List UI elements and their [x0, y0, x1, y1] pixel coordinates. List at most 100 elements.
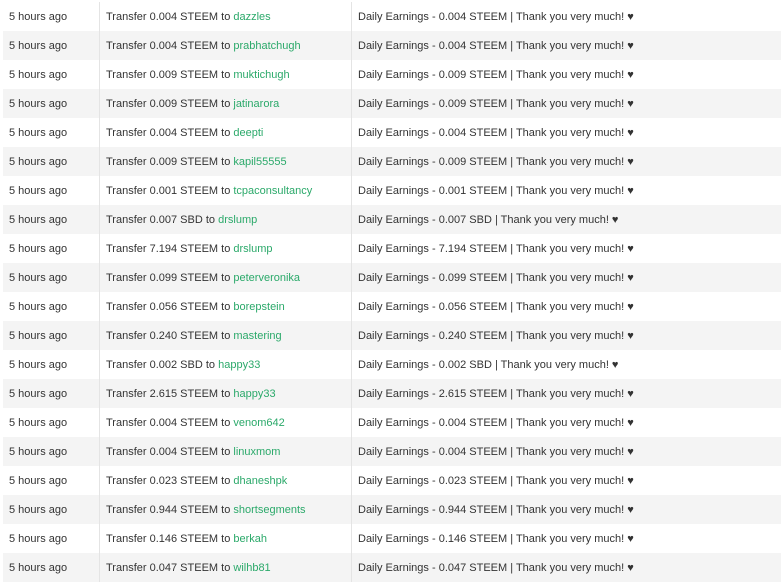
transfer-description: Transfer 0.146 STEEM to: [106, 532, 231, 545]
transfer-history-table: 5 hours ago Transfer 0.004 STEEM to dazzl…: [3, 2, 781, 582]
transfer-operation: Transfer 2.615 STEEM to happy33: [99, 379, 352, 408]
transfer-operation: Transfer 0.004 STEEM to dazzles: [99, 2, 352, 31]
transfer-description: Transfer 0.001 STEEM to: [106, 184, 231, 197]
recipient-link[interactable]: borepstein: [233, 301, 284, 313]
transfer-description: Transfer 0.099 STEEM to: [106, 271, 231, 284]
transfer-memo: Daily Earnings - 0.009 STEEM | Thank you…: [351, 89, 781, 118]
table-row: 5 hours ago Transfer 0.146 STEEM to berka…: [3, 524, 781, 553]
transfer-operation: Transfer 0.004 STEEM to deepti: [99, 118, 352, 147]
transfer-time: 5 hours ago: [3, 437, 100, 466]
table-row: 5 hours ago Transfer 0.001 STEEM to tcpac…: [3, 176, 781, 205]
transfer-operation: Transfer 7.194 STEEM to drslump: [99, 234, 352, 263]
transfer-time: 5 hours ago: [3, 379, 100, 408]
transfer-memo: Daily Earnings - 0.004 STEEM | Thank you…: [351, 437, 781, 466]
transfer-time: 5 hours ago: [3, 176, 100, 205]
transfer-operation: Transfer 0.056 STEEM to borepstein: [99, 292, 352, 321]
transfer-operation: Transfer 0.047 STEEM to wilhb81: [99, 553, 352, 582]
transfer-operation: Transfer 0.009 STEEM to muktichugh: [99, 60, 352, 89]
transfer-time: 5 hours ago: [3, 147, 100, 176]
transfer-description: Transfer 0.004 STEEM to: [106, 126, 231, 139]
recipient-link[interactable]: jatinarora: [233, 98, 279, 110]
table-row: 5 hours ago Transfer 0.056 STEEM to borep…: [3, 292, 781, 321]
recipient-link[interactable]: tcpaconsultancy: [233, 185, 312, 197]
table-row: 5 hours ago Transfer 0.944 STEEM to short…: [3, 495, 781, 524]
transfer-operation: Transfer 0.004 STEEM to venom642: [99, 408, 352, 437]
recipient-link[interactable]: berkah: [233, 533, 267, 545]
transfer-memo: Daily Earnings - 0.001 STEEM | Thank you…: [358, 184, 634, 197]
recipient-link[interactable]: wilhb81: [233, 562, 270, 574]
transfer-description: Transfer 0.007 SBD to: [106, 213, 216, 226]
transfer-description: Transfer 7.194 STEEM to: [106, 242, 231, 255]
recipient-link[interactable]: muktichugh: [233, 69, 289, 81]
transfer-description: Transfer 0.047 STEEM to: [106, 561, 231, 574]
transfer-description: Transfer 0.009 STEEM to: [106, 155, 231, 168]
transfer-operation: Transfer 0.002 SBD to happy33: [99, 350, 352, 379]
transfer-operation: Transfer 0.007 SBD to drslump: [99, 205, 352, 234]
transfer-memo: Daily Earnings - 0.004 STEEM | Thank you…: [358, 10, 634, 23]
recipient-link[interactable]: happy33: [233, 388, 275, 400]
recipient-link[interactable]: deepti: [233, 127, 263, 139]
table-row: 5 hours ago Transfer 0.240 STEEM to maste…: [3, 321, 781, 350]
table-row: 5 hours ago Transfer 0.004 STEEM to dazzl…: [3, 2, 781, 31]
recipient-link[interactable]: drslump: [218, 214, 257, 226]
table-row: 5 hours ago Transfer 0.047 STEEM to wilhb…: [3, 553, 781, 582]
table-row: 5 hours ago Transfer 0.004 STEEM to venom…: [3, 408, 781, 437]
transfer-operation: Transfer 0.001 STEEM to tcpaconsultancy: [99, 176, 352, 205]
transfer-operation: Transfer 0.240 STEEM to mastering: [99, 321, 352, 350]
table-row: 5 hours ago Transfer 0.004 STEEM to prabh…: [3, 31, 781, 60]
transfer-memo: Daily Earnings - 0.009 STEEM | Thank you…: [351, 147, 781, 176]
recipient-link[interactable]: mastering: [233, 330, 281, 342]
recipient-link[interactable]: peterveronika: [233, 272, 300, 284]
table-row: 5 hours ago Transfer 2.615 STEEM to happy…: [3, 379, 781, 408]
transfer-memo: Daily Earnings - 2.615 STEEM | Thank you…: [351, 379, 781, 408]
recipient-link[interactable]: venom642: [233, 417, 284, 429]
transfer-operation: Transfer 0.944 STEEM to shortsegments: [99, 495, 352, 524]
transfer-time: 5 hours ago: [3, 350, 100, 379]
transfer-time: 5 hours ago: [3, 292, 100, 321]
recipient-link[interactable]: drslump: [233, 243, 272, 255]
transfer-description: Transfer 0.009 STEEM to: [106, 97, 231, 110]
transfer-memo: Daily Earnings - 0.056 STEEM | Thank you…: [358, 300, 634, 313]
transfer-time: 5 hours ago: [3, 466, 100, 495]
recipient-link[interactable]: linuxmom: [233, 446, 280, 458]
transfer-memo: Daily Earnings - 0.004 STEEM | Thank you…: [358, 126, 634, 139]
table-row: 5 hours ago Transfer 0.002 SBD to happy33…: [3, 350, 781, 379]
transfer-operation: Transfer 0.023 STEEM to dhaneshpk: [99, 466, 352, 495]
transfer-time: 5 hours ago: [3, 321, 100, 350]
recipient-link[interactable]: dazzles: [233, 11, 270, 23]
transfer-memo: Daily Earnings - 0.009 STEEM | Thank you…: [358, 68, 634, 81]
recipient-link[interactable]: prabhatchugh: [233, 40, 300, 52]
table-row: 5 hours ago Transfer 0.009 STEEM to jatin…: [3, 89, 781, 118]
transfer-time: 5 hours ago: [3, 234, 100, 263]
transfer-memo: Daily Earnings - 7.194 STEEM | Thank you…: [358, 242, 634, 255]
transfer-history-body: 5 hours ago Transfer 0.004 STEEM to dazzl…: [3, 2, 781, 582]
transfer-description: Transfer 0.004 STEEM to: [106, 10, 231, 23]
transfer-time: 5 hours ago: [3, 553, 100, 582]
recipient-link[interactable]: happy33: [218, 359, 260, 371]
transfer-operation: Transfer 0.099 STEEM to peterveronika: [99, 263, 352, 292]
table-row: 5 hours ago Transfer 7.194 STEEM to drslu…: [3, 234, 781, 263]
table-row: 5 hours ago Transfer 0.099 STEEM to peter…: [3, 263, 781, 292]
recipient-link[interactable]: kapil55555: [233, 156, 286, 168]
transfer-time: 5 hours ago: [3, 408, 100, 437]
transfer-description: Transfer 0.004 STEEM to: [106, 39, 231, 52]
transfer-time: 5 hours ago: [3, 89, 100, 118]
transfer-description: Transfer 0.240 STEEM to: [106, 329, 231, 342]
table-row: 5 hours ago Transfer 0.023 STEEM to dhane…: [3, 466, 781, 495]
transfer-memo: Daily Earnings - 0.004 STEEM | Thank you…: [351, 31, 781, 60]
transfer-time: 5 hours ago: [3, 495, 100, 524]
transfer-description: Transfer 0.004 STEEM to: [106, 445, 231, 458]
transfer-description: Transfer 0.004 STEEM to: [106, 416, 231, 429]
transfer-operation: Transfer 0.146 STEEM to berkah: [99, 524, 352, 553]
transfer-time: 5 hours ago: [3, 205, 100, 234]
transfer-operation: Transfer 0.004 STEEM to prabhatchugh: [99, 31, 352, 60]
transfer-memo: Daily Earnings - 0.004 STEEM | Thank you…: [358, 416, 634, 429]
recipient-link[interactable]: dhaneshpk: [233, 475, 287, 487]
table-row: 5 hours ago Transfer 0.004 STEEM to deept…: [3, 118, 781, 147]
transfer-description: Transfer 0.002 SBD to: [106, 358, 216, 371]
transfer-memo: Daily Earnings - 0.002 SBD | Thank you v…: [358, 358, 619, 371]
transfer-memo: Daily Earnings - 0.047 STEEM | Thank you…: [351, 553, 781, 582]
transfer-description: Transfer 0.056 STEEM to: [106, 300, 231, 313]
recipient-link[interactable]: shortsegments: [233, 504, 305, 516]
transfer-time: 5 hours ago: [3, 60, 100, 89]
